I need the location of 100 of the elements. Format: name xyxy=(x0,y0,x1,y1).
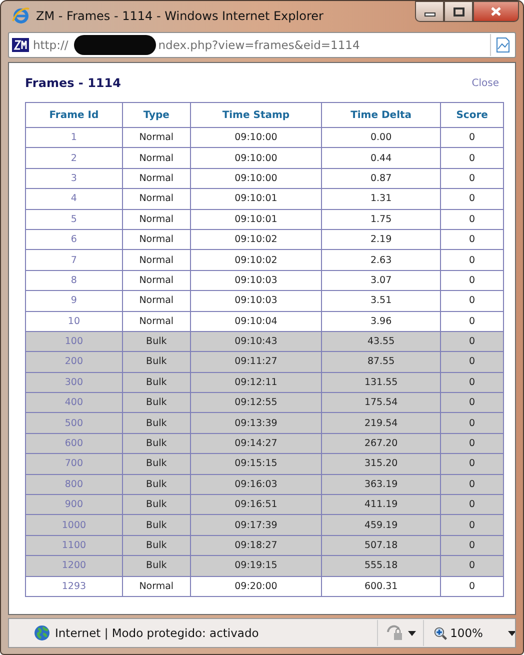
table-cell: 09:17:39 xyxy=(190,514,322,536)
frame-link[interactable]: 200 xyxy=(26,352,122,372)
frame-link[interactable]: 8 xyxy=(26,270,122,291)
table-cell: 09:12:55 xyxy=(190,392,322,413)
url-text: http:// xyxy=(33,38,68,52)
table-cell: 267.20 xyxy=(322,433,441,454)
table-cell: 0 xyxy=(440,188,504,210)
table-cell: 0 xyxy=(440,514,504,536)
table-cell: 09:10:03 xyxy=(190,290,322,312)
frame-link[interactable]: 800 xyxy=(26,474,122,495)
table-cell: 219.54 xyxy=(322,412,441,434)
table-cell: 600.31 xyxy=(322,576,441,596)
frame-link[interactable]: 400 xyxy=(26,392,122,413)
frame-link[interactable]: 1293 xyxy=(26,576,122,596)
table-cell: 0.00 xyxy=(322,128,441,148)
frame-link[interactable]: 700 xyxy=(26,454,122,474)
security-zone-text: Internet | Modo protegido: activado xyxy=(55,626,259,640)
table-cell: 0 xyxy=(440,209,504,230)
table-cell: Bulk xyxy=(122,556,190,576)
table-cell: 09:10:04 xyxy=(190,311,322,332)
table-cell: 09:10:01 xyxy=(190,209,322,230)
table-cell: 0 xyxy=(440,229,504,250)
column-header: Score xyxy=(440,102,504,128)
table-cell: Normal xyxy=(122,168,190,189)
table-cell: 0 xyxy=(440,433,504,454)
frame-link[interactable]: 1200 xyxy=(26,556,122,576)
table-cell: Normal xyxy=(122,148,190,168)
frame-link[interactable]: 1 xyxy=(26,128,122,148)
table-cell: Bulk xyxy=(122,412,190,434)
table-cell: 43.55 xyxy=(322,331,441,352)
table-cell: 09:16:03 xyxy=(190,474,322,495)
table-cell: 09:15:15 xyxy=(190,454,322,474)
frame-link[interactable]: 6 xyxy=(26,229,122,250)
column-header: Time Delta xyxy=(322,102,441,128)
table-cell: 09:20:00 xyxy=(190,576,322,596)
table-cell: 09:10:02 xyxy=(190,229,322,250)
frame-link[interactable]: 9 xyxy=(26,290,122,312)
column-header: Frame Id xyxy=(26,102,122,128)
table-cell: 0 xyxy=(440,494,504,515)
table-cell: Normal xyxy=(122,188,190,210)
table-cell: 0 xyxy=(440,168,504,189)
table-cell: 0.44 xyxy=(322,148,441,168)
frame-link[interactable]: 10 xyxy=(26,311,122,332)
column-header: Type xyxy=(122,102,190,128)
frame-link[interactable]: 500 xyxy=(26,412,122,434)
table-cell: 1.31 xyxy=(322,188,441,210)
frame-link[interactable]: 100 xyxy=(26,331,122,352)
table-cell: 0 xyxy=(440,250,504,270)
frame-link[interactable]: 5 xyxy=(26,209,122,230)
table-cell: Bulk xyxy=(122,454,190,474)
table-cell: 0 xyxy=(440,148,504,168)
frame-link[interactable]: 600 xyxy=(26,433,122,454)
table-cell: 0 xyxy=(440,454,504,474)
table-cell: Normal xyxy=(122,250,190,270)
table-cell: 131.55 xyxy=(322,372,441,393)
close-link[interactable]: Close xyxy=(472,78,499,88)
table-cell: 0 xyxy=(440,352,504,372)
frame-link[interactable]: 2 xyxy=(26,148,122,168)
table-cell: 3.07 xyxy=(322,270,441,291)
table-cell: 0 xyxy=(440,535,504,556)
table-cell: 09:18:27 xyxy=(190,535,322,556)
table-cell: 2.63 xyxy=(322,250,441,270)
table-cell: 3.51 xyxy=(322,290,441,312)
frame-link[interactable]: 300 xyxy=(26,372,122,393)
table-cell: 09:10:00 xyxy=(190,128,322,148)
table-cell: Normal xyxy=(122,576,190,596)
table-cell: Normal xyxy=(122,128,190,148)
frame-link[interactable]: 1100 xyxy=(26,535,122,556)
table-cell: 459.19 xyxy=(322,514,441,536)
url-text: ndex.php?view=frames&eid=1114 xyxy=(158,38,360,52)
table-cell: Bulk xyxy=(122,494,190,515)
table-cell: 2.19 xyxy=(322,229,441,250)
table-cell: 09:13:39 xyxy=(190,412,322,434)
table-cell: Bulk xyxy=(122,331,190,352)
table-cell: 0 xyxy=(440,556,504,576)
table-cell: 09:11:27 xyxy=(190,352,322,372)
table-cell: 09:10:01 xyxy=(190,188,322,210)
frame-link[interactable]: 900 xyxy=(26,494,122,515)
table-cell: 09:14:27 xyxy=(190,433,322,454)
zoom-button[interactable]: 100% xyxy=(423,620,515,646)
table-cell: 507.18 xyxy=(322,535,441,556)
frame-link[interactable]: 1000 xyxy=(26,514,122,536)
frame-link[interactable]: 3 xyxy=(26,168,122,189)
table-cell: 0 xyxy=(440,372,504,393)
table-cell: Bulk xyxy=(122,514,190,536)
table-cell: 0 xyxy=(440,290,504,312)
table-cell: Bulk xyxy=(122,352,190,372)
table-cell: 87.55 xyxy=(322,352,441,372)
table-cell: 363.19 xyxy=(322,474,441,495)
address-field[interactable]: http:// ndex.php?view=frames&eid=1114 xyxy=(8,32,516,58)
table-cell: Normal xyxy=(122,311,190,332)
table-cell: Normal xyxy=(122,209,190,230)
table-cell: 09:10:43 xyxy=(190,331,322,352)
table-cell: 09:10:02 xyxy=(190,250,322,270)
table-cell: 175.54 xyxy=(322,392,441,413)
frame-link[interactable]: 7 xyxy=(26,250,122,270)
table-cell: 09:10:00 xyxy=(190,168,322,189)
frame-link[interactable]: 4 xyxy=(26,188,122,210)
table-cell: 0 xyxy=(440,311,504,332)
table-cell: 09:19:15 xyxy=(190,556,322,576)
